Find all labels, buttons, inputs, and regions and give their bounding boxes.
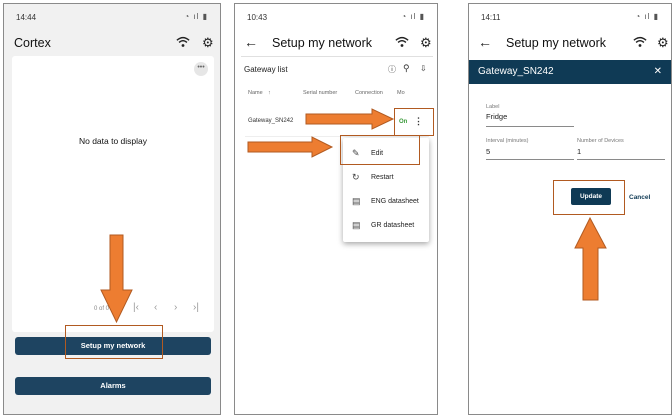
arrow-right-edit (247, 136, 334, 158)
arrow-right-kebab (305, 108, 395, 130)
tutorial-arrows (100, 108, 607, 324)
arrow-up-update (574, 216, 607, 301)
arrow-down-setup (100, 234, 133, 324)
